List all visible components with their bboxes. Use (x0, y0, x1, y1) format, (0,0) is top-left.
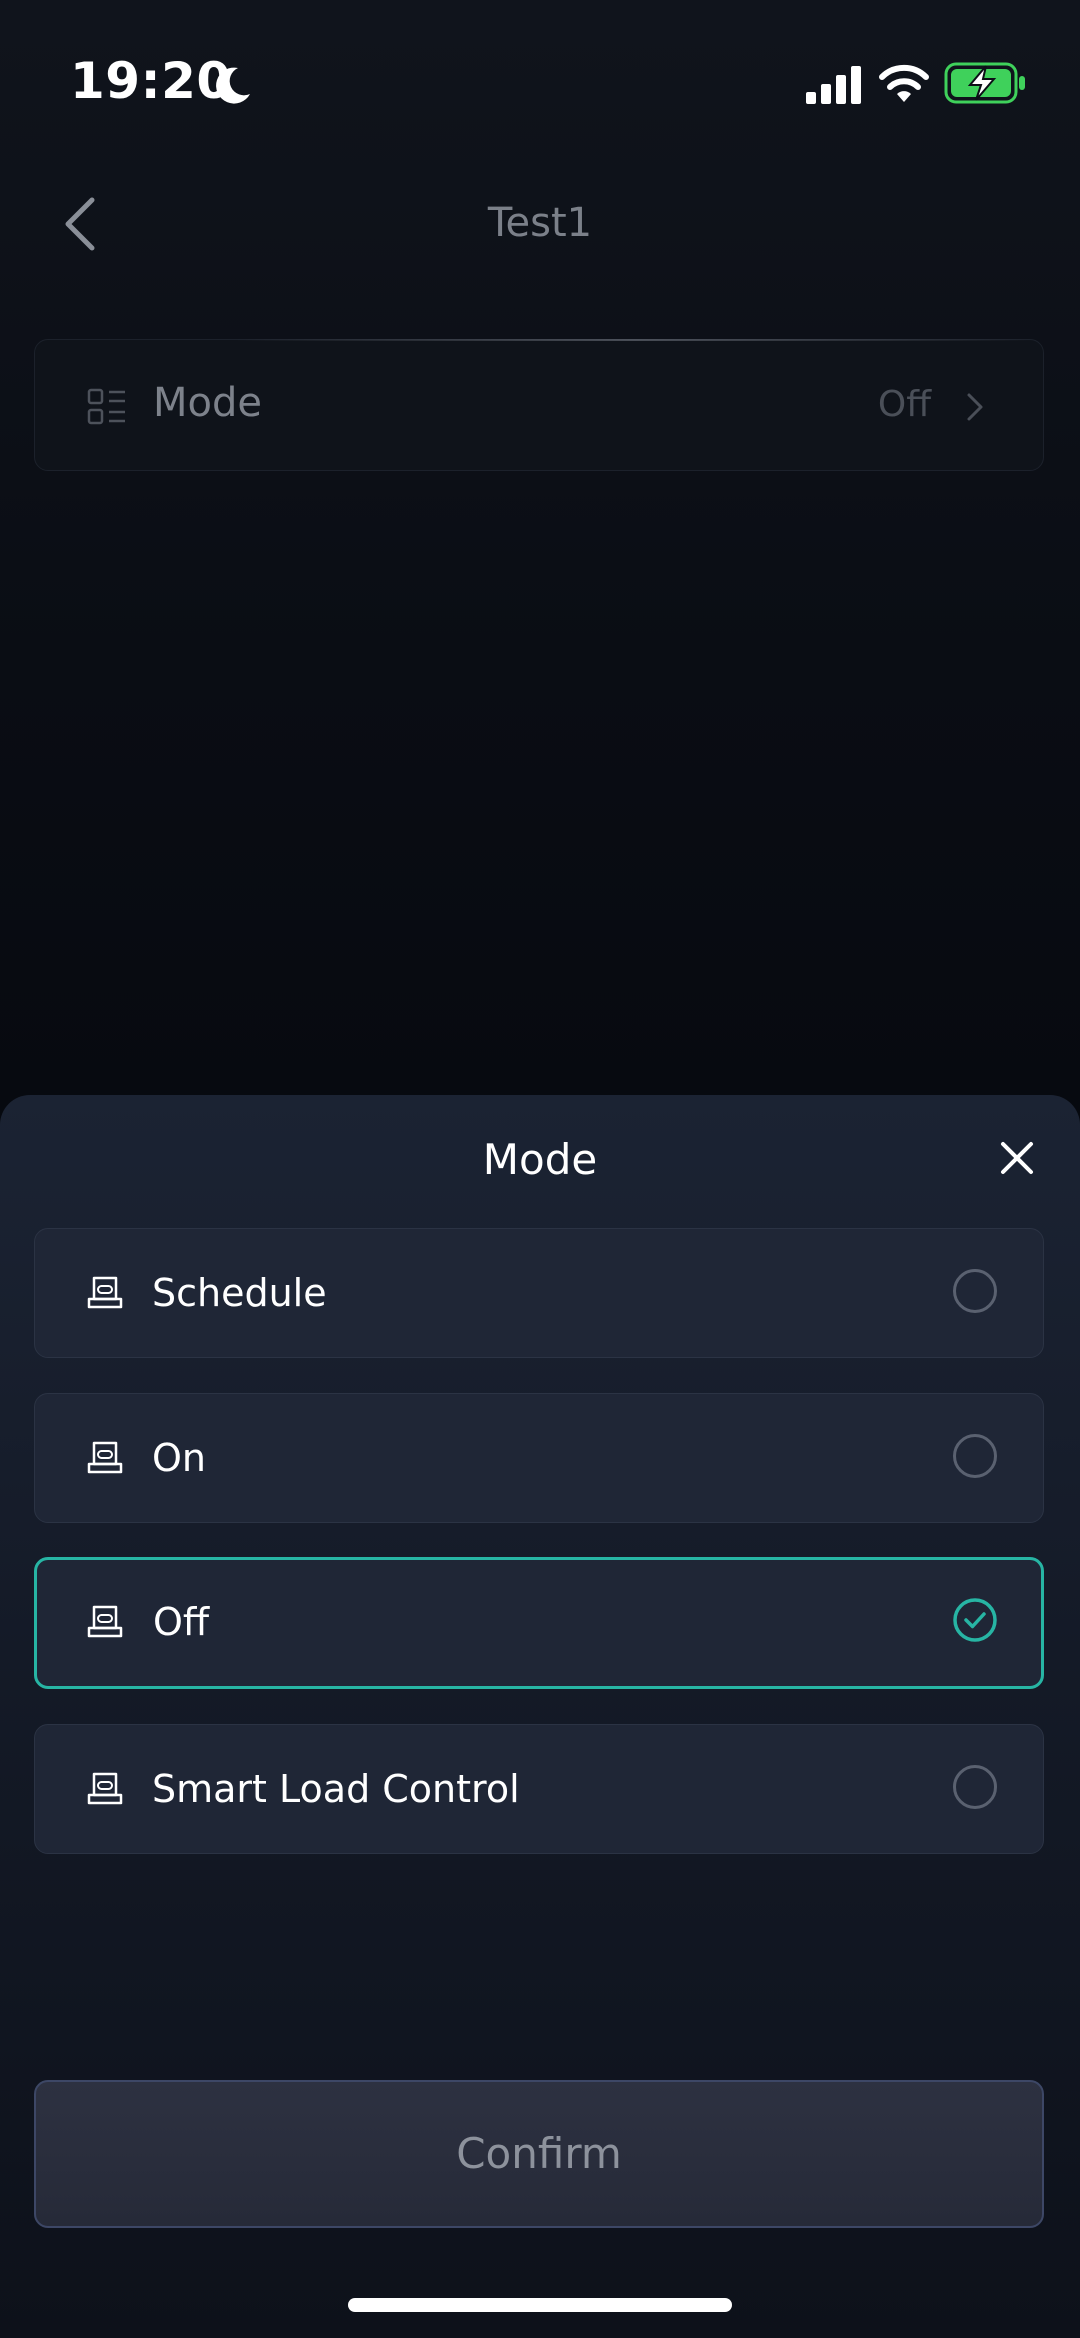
mode-bottom-sheet: Mode Schedule On Off Smart Load Control … (0, 1095, 1080, 2338)
check-circle-icon[interactable] (951, 1596, 999, 1644)
option-schedule[interactable]: Schedule (34, 1228, 1044, 1358)
device-icon (87, 1276, 123, 1309)
radio-unchecked[interactable] (953, 1765, 997, 1809)
option-smart-load-control[interactable]: Smart Load Control (34, 1724, 1044, 1854)
option-on[interactable]: On (34, 1393, 1044, 1523)
signal-icon (806, 66, 861, 104)
mode-row-label: Mode (153, 380, 262, 426)
device-icon (87, 1772, 123, 1805)
option-label: Schedule (152, 1271, 327, 1315)
moon-icon (216, 67, 250, 104)
confirm-button[interactable]: Confirm (34, 2080, 1044, 2228)
option-off[interactable]: Off (34, 1557, 1044, 1689)
page-background (0, 0, 1080, 1100)
list-icon (87, 388, 125, 425)
mode-setting-row[interactable]: Mode Off (34, 339, 1044, 471)
row-highlight-line (235, 339, 1035, 341)
option-label: On (152, 1436, 206, 1480)
radio-unchecked[interactable] (953, 1269, 997, 1313)
battery-charging-icon (944, 62, 1025, 104)
wifi-icon (879, 64, 929, 102)
page-title: Test1 (487, 200, 593, 246)
close-icon[interactable] (998, 1139, 1036, 1177)
home-indicator (348, 2298, 732, 2312)
device-icon (87, 1605, 123, 1638)
device-icon (87, 1441, 123, 1474)
status-time: 19:20 (70, 52, 232, 110)
mode-row-value: Off (877, 384, 931, 425)
option-label: Smart Load Control (152, 1767, 520, 1811)
option-label: Off (153, 1600, 210, 1644)
chevron-right-icon (967, 393, 983, 421)
radio-unchecked[interactable] (953, 1434, 997, 1478)
sheet-title: Mode (482, 1135, 598, 1184)
